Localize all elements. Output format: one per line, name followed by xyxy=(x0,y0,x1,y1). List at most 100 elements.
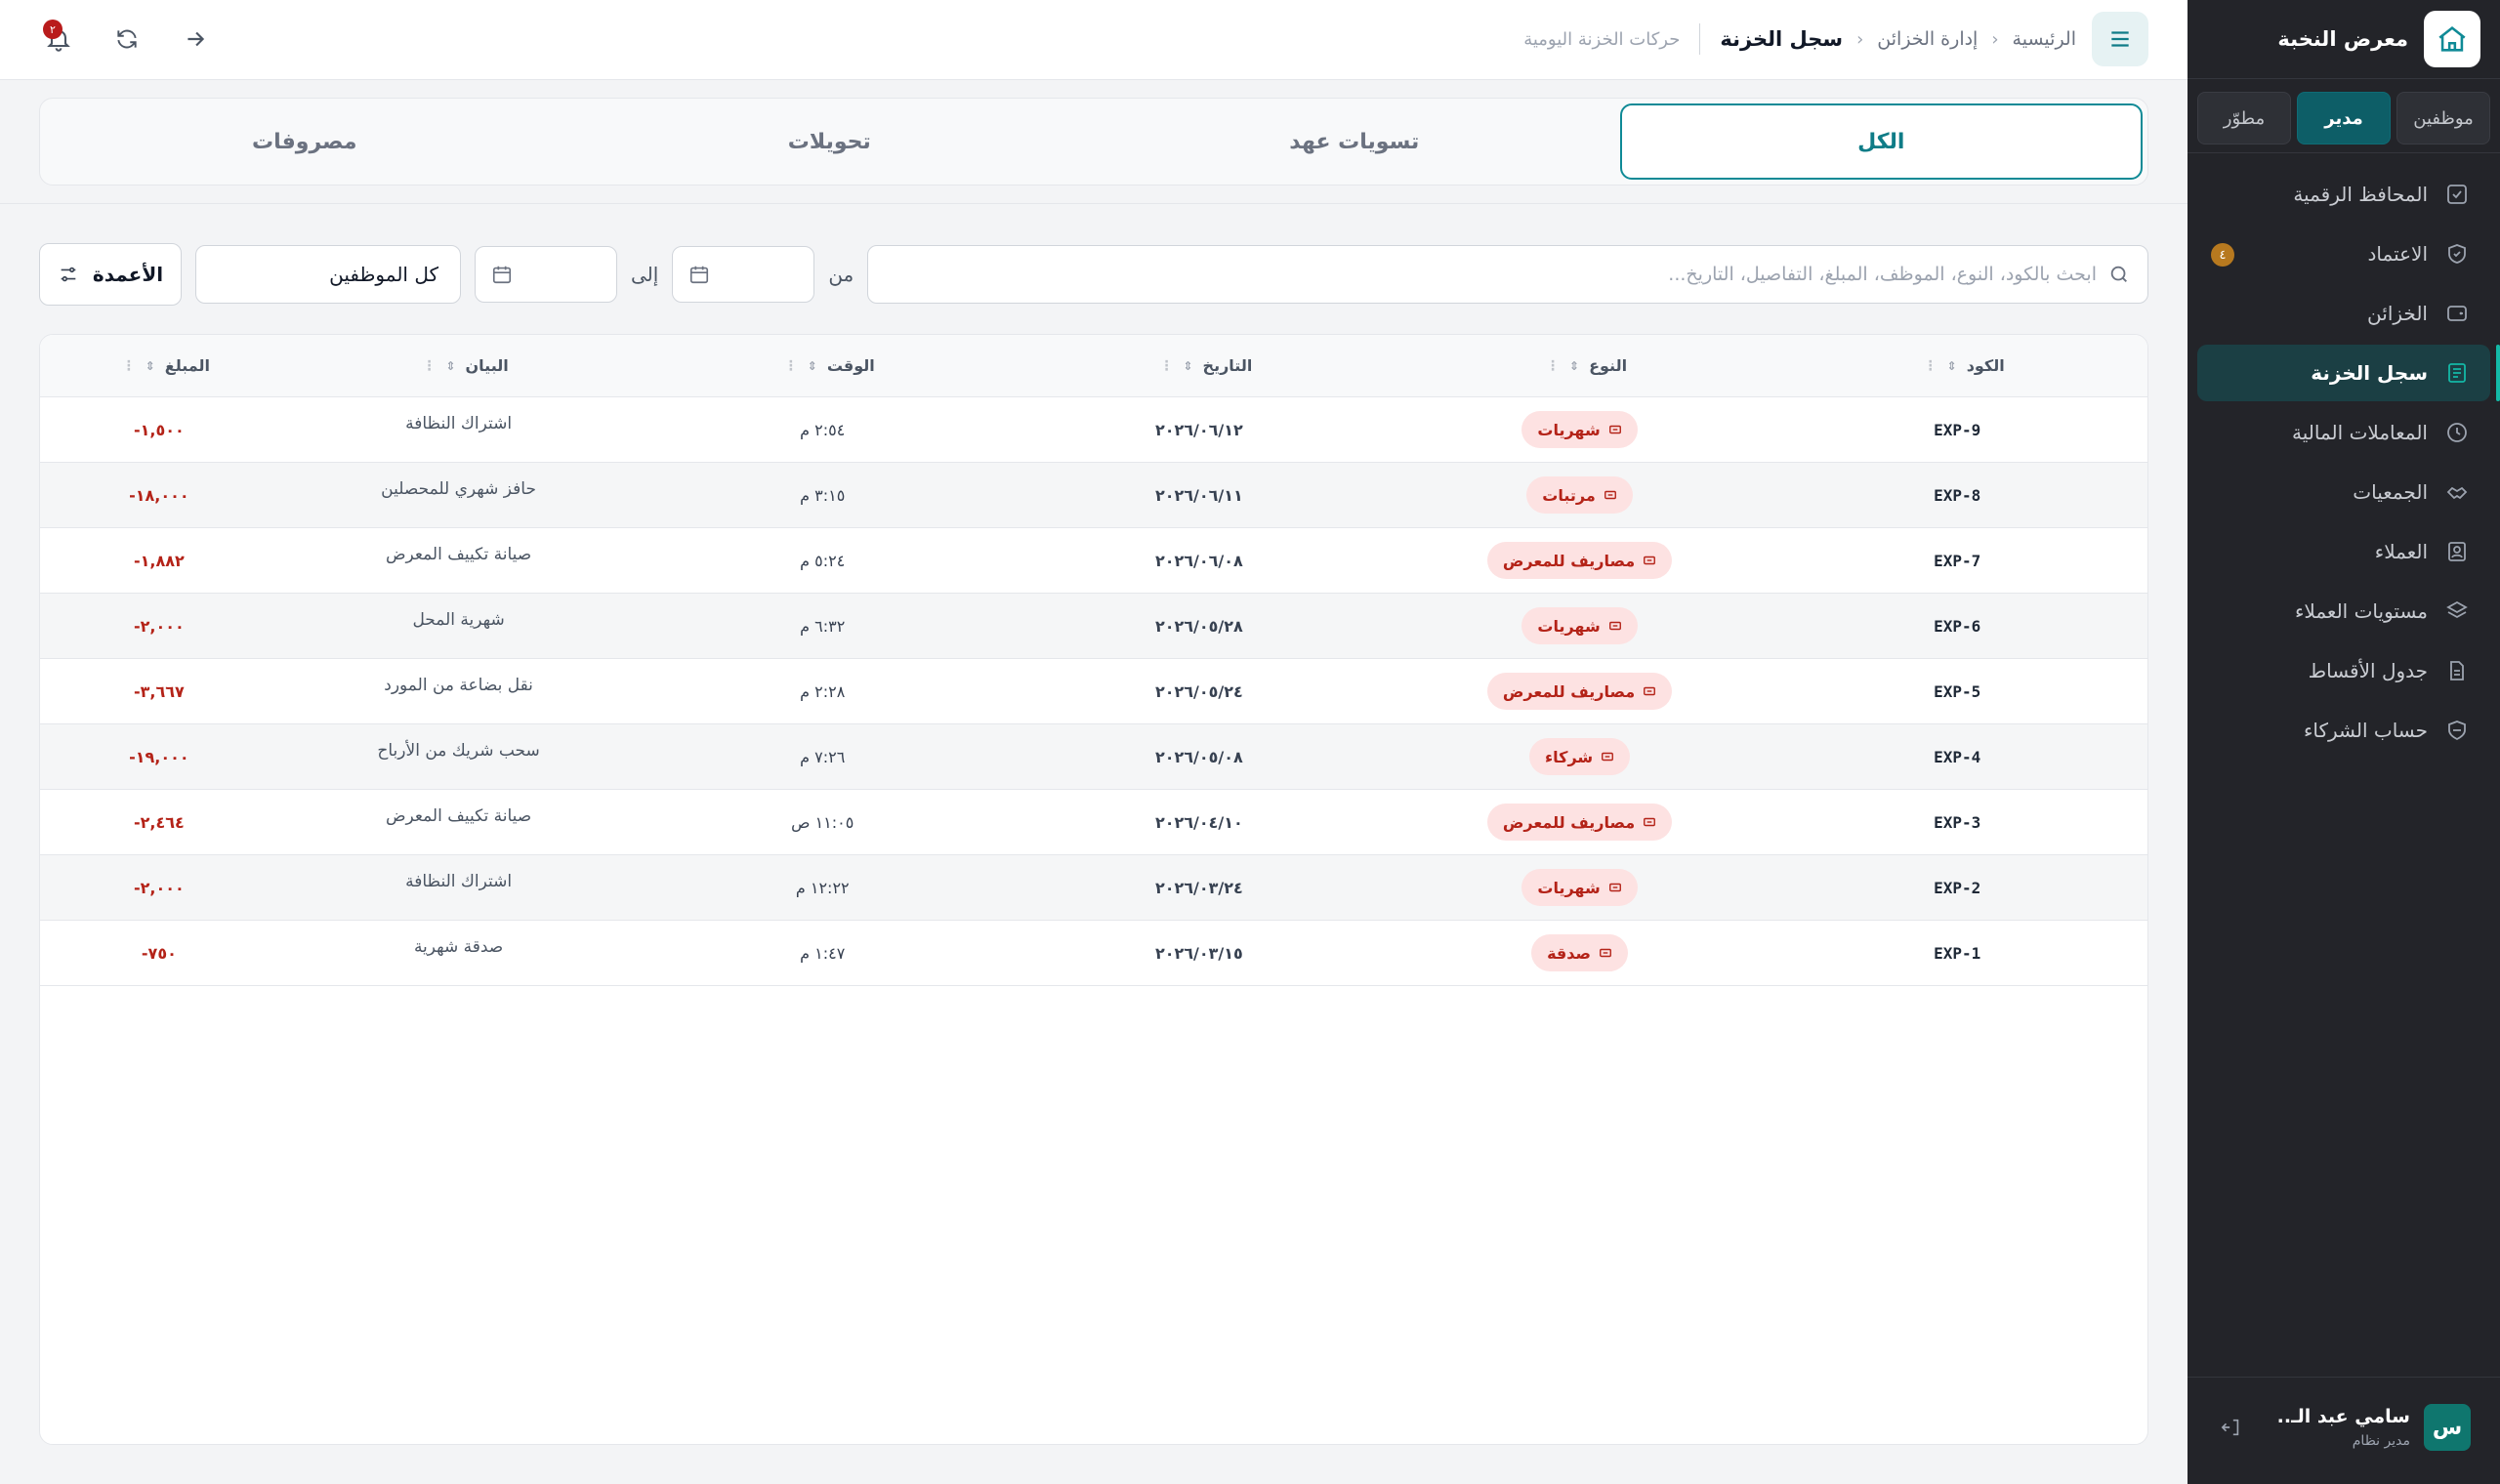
user-name: سامي عبد الـ.. xyxy=(2276,1406,2410,1427)
cell-code: EXP-3 xyxy=(1934,812,1981,832)
brand[interactable]: معرض النخبة xyxy=(2207,10,2480,68)
logout-icon[interactable] xyxy=(2217,1413,2246,1442)
column-header-time[interactable]: الوقت ⇕ ⋮ xyxy=(639,335,1006,396)
cell-description: نقل بضاعة من المورد xyxy=(384,676,533,695)
sidebar-item-label: سجل الخزنة xyxy=(2311,361,2428,385)
cell-date: ٢٠٢٦/٠٥/٠٨ xyxy=(1154,747,1243,766)
sidebar: معرض النخبة موظفين مدير مطوّر المحافظ ال… xyxy=(2188,0,2500,1484)
type-badge: مرتبات xyxy=(1526,476,1633,514)
cell-date: ٢٠٢٦/٠٣/١٥ xyxy=(1154,943,1243,963)
search-input[interactable] xyxy=(886,264,2097,285)
table-row[interactable]: EXP-5 مصاريف للمعرض ٢٠٢٦/٠٥/٢٤ ٢:٢٨ م نق… xyxy=(40,659,2147,724)
column-header-description[interactable]: البيان ⇕ ⋮ xyxy=(278,335,640,396)
table-body: EXP-9 شهريات ٢٠٢٦/٠٦/١٢ ٢:٥٤ م اشتراك ال… xyxy=(40,397,2147,986)
sidebar-item-digital-wallets[interactable]: المحافظ الرقمية xyxy=(2197,166,2490,223)
sidebar-item-label: جدول الأقساط xyxy=(2308,659,2428,682)
sidebar-item-label: الجمعيات xyxy=(2353,480,2428,504)
type-badge: صدقة xyxy=(1531,934,1628,971)
tag-icon xyxy=(1604,490,1616,500)
cell-amount: -٢,٠٠٠ xyxy=(133,616,185,636)
sidebar-item-label: الخزائن xyxy=(2367,302,2428,325)
table-header: الكود ⇕ ⋮ النوع ⇕ ⋮ التاريخ ⇕ ⋮ الوقت ⇕ ⋮ البيان… xyxy=(40,335,2147,397)
user-role: مدير نظام xyxy=(2352,1433,2410,1449)
cell-date: ٢٠٢٦/٠٦/١٢ xyxy=(1154,420,1243,439)
tab-custody-settlements[interactable]: تسويات عهد xyxy=(1095,103,1614,180)
tab-expenses[interactable]: مصروفات xyxy=(45,103,564,180)
sidebar-item-transactions[interactable]: المعاملات المالية xyxy=(2197,404,2490,461)
divider xyxy=(1699,23,1701,55)
notifications-button[interactable]: ٢ xyxy=(39,20,78,59)
sidebar-item-safe-log[interactable]: سجل الخزنة xyxy=(2197,345,2500,401)
column-header-date[interactable]: التاريخ ⇕ ⋮ xyxy=(1006,335,1393,396)
breadcrumb-parent[interactable]: إدارة الخزائن xyxy=(1877,28,1978,50)
column-header-code[interactable]: الكود ⇕ ⋮ xyxy=(1767,335,2147,396)
table-row[interactable]: EXP-2 شهريات ٢٠٢٦/٠٣/٢٤ ١٢:٢٢ م اشتراك ا… xyxy=(40,855,2147,921)
table-row[interactable]: EXP-7 مصاريف للمعرض ٢٠٢٦/٠٦/٠٨ ٥:٢٤ م صي… xyxy=(40,528,2147,594)
tab-transfers[interactable]: تحويلات xyxy=(570,103,1090,180)
search-box[interactable] xyxy=(867,245,2148,304)
cell-date: ٢٠٢٦/٠٦/١١ xyxy=(1154,485,1243,505)
table-row[interactable]: EXP-8 مرتبات ٢٠٢٦/٠٦/١١ ٣:١٥ م حافز شهري… xyxy=(40,463,2147,528)
cell-description: صيانة تكييف المعرض xyxy=(385,545,532,564)
layers-icon xyxy=(2445,599,2469,623)
sidebar-item-installments[interactable]: جدول الأقساط xyxy=(2197,642,2490,699)
sidebar-nav: المحافظ الرقمية الاعتماد ٤ الخزائن سجل ا… xyxy=(2197,166,2500,762)
sliders-icon xyxy=(61,267,76,282)
employee-select[interactable]: كل الموظفين xyxy=(195,245,461,304)
drag-handle-icon: ⋮ xyxy=(783,357,798,374)
columns-button[interactable]: الأعمدة xyxy=(39,243,182,306)
type-badge: شهريات xyxy=(1521,411,1638,448)
tag-icon xyxy=(1600,948,1611,958)
cell-amount: -١,٨٨٢ xyxy=(133,551,185,570)
sidebar-item-label: المعاملات المالية xyxy=(2292,421,2428,444)
wallet-check-icon xyxy=(2445,183,2469,206)
drag-handle-icon: ⋮ xyxy=(422,357,437,374)
chevron-left-icon: ‹ xyxy=(1856,28,1864,50)
arrow-right-icon xyxy=(188,31,205,47)
user-profile[interactable]: س سامي عبد الـ.. مدير نظام xyxy=(2217,1398,2471,1457)
sidebar-item-label: الاعتماد xyxy=(2367,242,2429,266)
sidebar-item-partners-account[interactable]: حساب الشركاء xyxy=(2197,702,2490,759)
tab-all[interactable]: الكل xyxy=(1619,103,2143,180)
role-tab-developer[interactable]: مطوّر xyxy=(2197,92,2291,144)
cell-amount: -٣,٦٦٧ xyxy=(133,681,185,701)
store-logo-icon xyxy=(2424,11,2480,67)
column-header-amount[interactable]: المبلغ ⇕ ⋮ xyxy=(40,335,278,396)
role-tab-manager[interactable]: مدير xyxy=(2297,92,2391,144)
brand-name: معرض النخبة xyxy=(2277,27,2408,51)
sidebar-item-safes[interactable]: الخزائن xyxy=(2197,285,2490,342)
table-row[interactable]: EXP-6 شهريات ٢٠٢٦/٠٥/٢٨ ٦:٣٢ م شهرية الم… xyxy=(40,594,2147,659)
column-header-type[interactable]: النوع ⇕ ⋮ xyxy=(1393,335,1768,396)
drag-handle-icon: ⋮ xyxy=(1546,357,1561,374)
cell-code: EXP-5 xyxy=(1934,681,1981,701)
cell-time: ٧:٢٦ م xyxy=(800,747,846,766)
sidebar-item-customer-levels[interactable]: مستويات العملاء xyxy=(2197,583,2490,639)
refresh-button[interactable] xyxy=(107,20,146,59)
tag-icon xyxy=(1608,621,1621,631)
tag-icon xyxy=(1608,425,1621,434)
table-row[interactable]: EXP-3 مصاريف للمعرض ٢٠٢٦/٠٤/١٠ ١١:٠٥ ص ص… xyxy=(40,790,2147,855)
drag-handle-icon: ⋮ xyxy=(1923,357,1938,374)
columns-button-label: الأعمدة xyxy=(92,263,164,286)
table-row[interactable]: EXP-4 شركاء ٢٠٢٦/٠٥/٠٨ ٧:٢٦ م سحب شريك م… xyxy=(40,724,2147,790)
cell-time: ٥:٢٤ م xyxy=(800,551,846,570)
table-row[interactable]: EXP-9 شهريات ٢٠٢٦/٠٦/١٢ ٢:٥٤ م اشتراك ال… xyxy=(40,397,2147,463)
divider xyxy=(2188,78,2500,79)
cell-date: ٢٠٢٦/٠٥/٢٨ xyxy=(1154,616,1243,636)
date-to-input[interactable] xyxy=(475,246,617,303)
menu-toggle-button[interactable] xyxy=(2092,12,2148,66)
cell-code: EXP-7 xyxy=(1934,551,1981,570)
sort-icon: ⇕ xyxy=(145,358,155,373)
date-from-input[interactable] xyxy=(672,246,815,303)
sidebar-item-associations[interactable]: الجمعيات xyxy=(2197,464,2490,520)
ledger-icon xyxy=(2445,361,2469,385)
breadcrumb-home[interactable]: الرئيسية xyxy=(2013,28,2076,50)
drag-handle-icon: ⋮ xyxy=(121,357,136,374)
sidebar-item-approval[interactable]: الاعتماد ٤ xyxy=(2197,226,2490,282)
role-tab-employees[interactable]: موظفين xyxy=(2396,92,2490,144)
cell-description: اشتراك النظافة xyxy=(405,414,513,433)
table-row[interactable]: EXP-1 صدقة ٢٠٢٦/٠٣/١٥ ١:٤٧ م صدقة شهرية … xyxy=(40,921,2147,986)
forward-button[interactable] xyxy=(176,20,215,59)
sidebar-item-customers[interactable]: العملاء xyxy=(2197,523,2490,580)
cell-time: ٦:٣٢ م xyxy=(800,616,846,636)
